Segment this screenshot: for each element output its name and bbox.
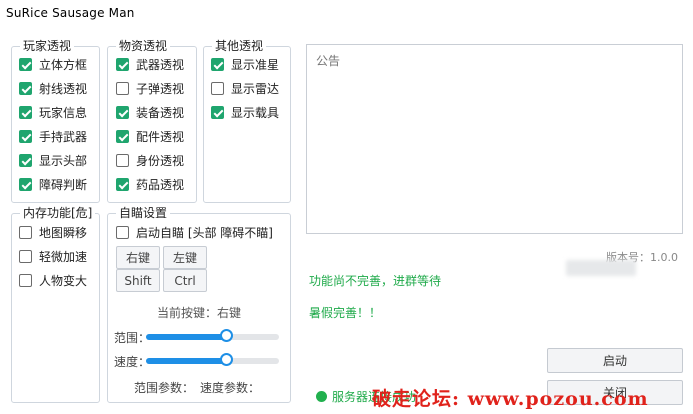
memory-option-label: 轻微加速 [39,250,88,264]
player-option-2[interactable]: 玩家信息 [19,104,87,121]
aim-enable-option[interactable]: 启动自瞄 [头部 障碍不瞄] [116,224,273,241]
memory-title: 内存功能[危] [20,206,96,220]
item-option-label: 身份透视 [136,154,185,168]
status-summer: 暑假完善！！ [309,306,382,320]
player-esp-title: 玩家透视 [20,39,75,53]
item-option-3[interactable]: 配件透视 [116,128,184,145]
key-shift-button[interactable]: Shift [116,269,160,292]
notice-textarea[interactable] [306,44,683,234]
player-option-label: 射线透视 [39,82,88,96]
checkbox-checked-icon[interactable] [116,178,129,191]
memory-option-label: 人物变大 [39,274,88,288]
key-right-button[interactable]: 右键 [116,246,160,269]
checkbox-checked-icon[interactable] [19,58,32,71]
checkbox-unchecked-icon[interactable] [116,82,129,95]
player-option-label: 障碍判断 [39,178,88,192]
other-option-label: 显示雷达 [231,82,280,96]
other-esp-title: 其他透视 [212,39,267,53]
range-param-label: 范围参数： [134,381,195,395]
current-key-label: 当前按键：右键 [157,306,242,320]
memory-option-label: 地图瞬移 [39,226,88,240]
memory-option-0[interactable]: 地图瞬移 [19,224,87,241]
item-option-label: 药品透视 [136,178,185,192]
range-slider-fill [146,334,226,340]
status-dot-icon [316,391,327,402]
checkbox-checked-icon[interactable] [116,130,129,143]
checkbox-checked-icon[interactable] [19,130,32,143]
other-option-label: 显示准星 [231,58,280,72]
checkbox-checked-icon[interactable] [19,106,32,119]
memory-group: 内存功能[危] [11,206,100,403]
memory-option-1[interactable]: 轻微加速 [19,248,87,265]
checkbox-checked-icon[interactable] [211,106,224,119]
item-option-label: 装备透视 [136,106,185,120]
checkbox-unchecked-icon[interactable] [116,226,129,239]
other-option-2[interactable]: 显示载具 [211,104,279,121]
range-slider-thumb[interactable] [220,329,233,342]
range-slider[interactable] [146,329,279,342]
player-option-3[interactable]: 手持武器 [19,128,87,145]
item-option-label: 子弹透视 [136,82,185,96]
player-option-1[interactable]: 射线透视 [19,80,87,97]
key-ctrl-button[interactable]: Ctrl [163,269,207,292]
player-option-label: 立体方框 [39,58,88,72]
forum-watermark: 破走论坛: www.pozou.com [372,388,649,410]
checkbox-checked-icon[interactable] [116,58,129,71]
speed-slider-fill [146,358,226,364]
item-option-0[interactable]: 武器透视 [116,56,184,73]
player-option-label: 手持武器 [39,130,88,144]
item-option-5[interactable]: 药品透视 [116,176,184,193]
memory-option-2[interactable]: 人物变大 [19,272,87,289]
item-option-1[interactable]: 子弹透视 [116,80,184,97]
checkbox-unchecked-icon[interactable] [19,274,32,287]
other-option-0[interactable]: 显示准星 [211,56,279,73]
key-left-button[interactable]: 左键 [163,246,207,269]
item-option-4[interactable]: 身份透视 [116,152,184,169]
checkbox-unchecked-icon[interactable] [19,250,32,263]
checkbox-checked-icon[interactable] [211,58,224,71]
blurred-region [566,260,636,276]
player-option-label: 显示头部 [39,154,88,168]
item-option-label: 武器透视 [136,58,185,72]
aim-enable-label: 启动自瞄 [头部 障碍不瞄] [136,226,273,240]
speed-slider[interactable] [146,353,279,366]
player-option-label: 玩家信息 [39,106,88,120]
speed-param-label: 速度参数： [200,381,261,395]
checkbox-unchecked-icon[interactable] [19,226,32,239]
checkbox-checked-icon[interactable] [19,154,32,167]
checkbox-checked-icon[interactable] [19,82,32,95]
player-option-0[interactable]: 立体方框 [19,56,87,73]
status-incomplete: 功能尚不完善，进群等待 [309,274,442,288]
item-esp-title: 物资透视 [116,39,171,53]
checkbox-checked-icon[interactable] [19,178,32,191]
speed-slider-thumb[interactable] [220,353,233,366]
aim-title: 自瞄设置 [116,206,171,220]
checkbox-checked-icon[interactable] [116,106,129,119]
checkbox-unchecked-icon[interactable] [211,82,224,95]
other-option-label: 显示载具 [231,106,280,120]
checkbox-unchecked-icon[interactable] [116,154,129,167]
speed-label: 速度： [114,355,151,369]
start-button[interactable]: 启动 [547,348,683,373]
player-option-4[interactable]: 显示头部 [19,152,87,169]
item-option-2[interactable]: 装备透视 [116,104,184,121]
item-option-label: 配件透视 [136,130,185,144]
player-option-5[interactable]: 障碍判断 [19,176,87,193]
other-option-1[interactable]: 显示雷达 [211,80,279,97]
window-title: SuRice Sausage Man [6,6,135,20]
range-label: 范围： [114,331,151,345]
